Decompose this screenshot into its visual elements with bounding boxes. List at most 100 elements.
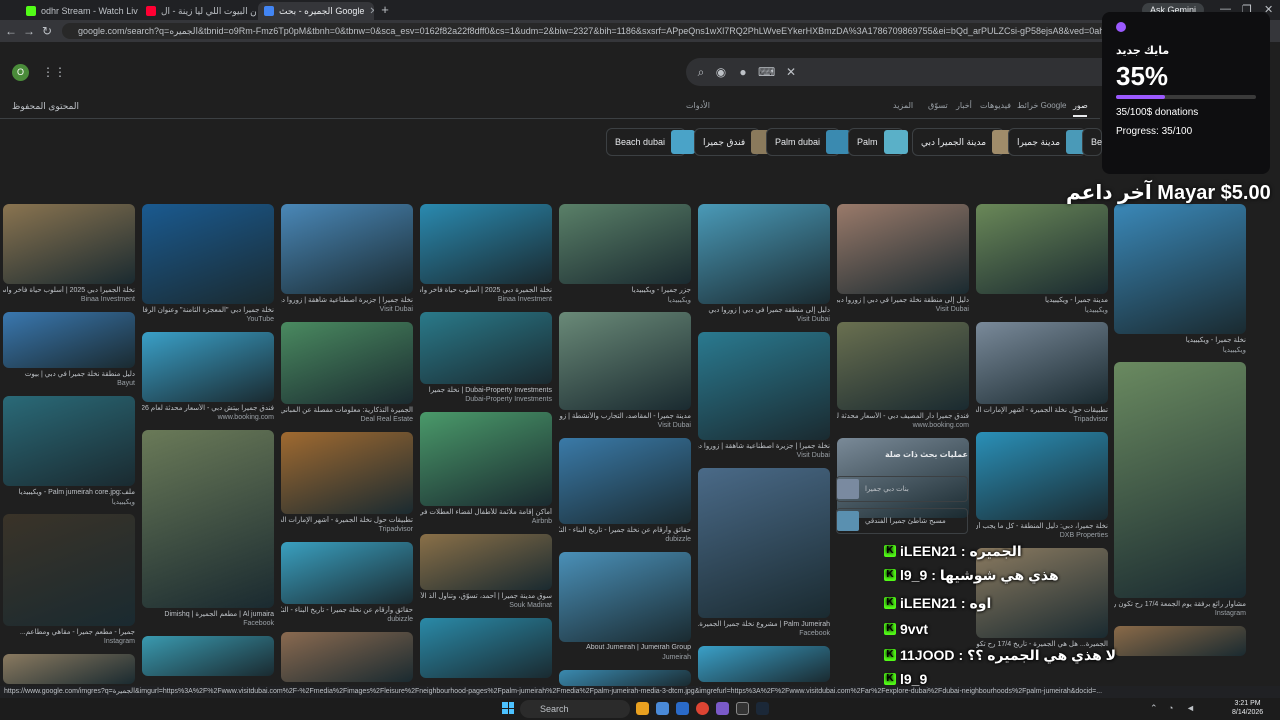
image-source[interactable]: Jumeirah	[559, 654, 691, 661]
tab-videos[interactable]: فيديوهات	[980, 101, 1011, 110]
image-caption[interactable]: سوق مدينة جميرا | أحمد، تسوّق، وتناول أل…	[420, 592, 552, 600]
image-source[interactable]: Tripadvisor	[281, 526, 413, 533]
tab-google-search[interactable]: الجميره - بحث Google ✕	[258, 2, 374, 20]
image-result[interactable]	[3, 204, 135, 284]
windows-start-icon[interactable]	[502, 702, 514, 714]
image-source[interactable]: www.booking.com	[837, 422, 969, 429]
image-caption[interactable]: جميرا - مطعم جميرا - مقاهي ومطاعم...	[3, 628, 135, 636]
tab-news[interactable]: أخبار	[956, 101, 972, 110]
tab-kick-stream[interactable]: odhr Stream - Watch Live on Ki ✕	[20, 2, 138, 20]
chevron-up-icon[interactable]: ⌃	[1150, 703, 1158, 714]
address-bar[interactable]: google.com/search?q=الجميره&tbnid=o9Rm-F…	[62, 23, 1202, 39]
image-result[interactable]	[3, 312, 135, 368]
volume-icon[interactable]: ◄	[1186, 703, 1195, 713]
image-caption[interactable]: مدينة جميرا - ويكيبيديا	[976, 296, 1108, 304]
image-result[interactable]	[281, 542, 413, 604]
image-caption[interactable]: جزر جميرا - ويكيبيديا	[559, 286, 691, 294]
new-tab-button[interactable]: +	[378, 2, 392, 18]
tab-shopping[interactable]: تسوّق	[928, 101, 948, 110]
image-source[interactable]: Instagram	[1114, 610, 1246, 617]
image-result[interactable]	[3, 396, 135, 486]
related-search-item[interactable]: مسبح شاطئ جميرا الفندقي	[836, 508, 968, 534]
image-result[interactable]	[420, 204, 552, 284]
suggestion-chip[interactable]: Beach	[1082, 128, 1147, 156]
image-result[interactable]	[420, 312, 552, 384]
image-result[interactable]	[559, 670, 691, 686]
image-source[interactable]: ويكيبيديا	[976, 306, 1108, 314]
image-caption[interactable]: حقائق وأرقام عن نخلة جميرا - تاريخ البنا…	[559, 526, 691, 534]
chrome-icon[interactable]	[696, 702, 709, 715]
image-source[interactable]: Visit Dubai	[698, 452, 830, 459]
suggestion-chip[interactable]: مدينة الجميرا دبي	[912, 128, 1017, 156]
image-result[interactable]	[559, 438, 691, 524]
image-result[interactable]	[1114, 626, 1246, 656]
image-source[interactable]: www.booking.com	[142, 414, 274, 421]
taskbar-search[interactable]: Search	[520, 700, 630, 718]
image-result[interactable]	[1114, 362, 1246, 598]
image-source[interactable]: ويكيبيديا	[3, 498, 135, 506]
suggestion-chip[interactable]: مدينة جميرا	[1008, 128, 1091, 156]
image-source[interactable]: ويكيبيديا	[1114, 346, 1246, 354]
image-source[interactable]: Binaa Investment	[3, 296, 135, 303]
image-source[interactable]: Visit Dubai	[837, 306, 969, 313]
image-result[interactable]	[142, 430, 274, 608]
image-result[interactable]	[837, 322, 969, 410]
image-source[interactable]: Tripadvisor	[976, 416, 1108, 423]
search-input[interactable]: ⌕ ◉ ● ⌨ ✕	[686, 58, 1116, 86]
tab-more[interactable]: المزيد	[893, 101, 913, 110]
image-source[interactable]: ويكيبيديا	[559, 296, 691, 304]
related-search-item[interactable]: بنات دبي جميرا	[836, 476, 968, 502]
image-caption[interactable]: نخلة جميرا دبي "المعجزة الثامنة" وعنوان …	[142, 306, 274, 314]
close-tab-icon[interactable]: ✕	[369, 6, 374, 17]
image-caption[interactable]: نخلة جميرا، دبي: دليل المنطقة - كل ما يج…	[976, 522, 1108, 530]
image-source[interactable]: dubizzle	[281, 616, 413, 623]
image-caption[interactable]: About Jumeirah | Jumeirah Group	[559, 644, 691, 651]
taskbar-clock[interactable]: 3:21 PM 8/14/2026	[1232, 699, 1263, 717]
image-result[interactable]	[559, 312, 691, 410]
suggestion-chip[interactable]: Palm	[848, 128, 908, 156]
image-result[interactable]	[698, 468, 830, 618]
image-result[interactable]	[142, 332, 274, 402]
image-caption[interactable]: ملف:Palm jumeirah core.jpg - ويكيبيديا	[3, 488, 135, 496]
image-result[interactable]	[976, 204, 1108, 294]
image-result[interactable]	[420, 534, 552, 590]
image-result[interactable]	[142, 636, 274, 676]
image-source[interactable]: Souk Madinat	[420, 602, 552, 609]
profile-avatar[interactable]: O	[12, 64, 29, 81]
image-source[interactable]: Airbnb	[420, 518, 552, 525]
image-source[interactable]: Bayut	[3, 380, 135, 387]
image-caption[interactable]: نخلة جميرا - ويكيبيديا	[1114, 336, 1246, 344]
saved-content-link[interactable]: المحتوى المحفوظ	[12, 101, 79, 112]
image-caption[interactable]: نخلة الجميرا دبي 2025 | أسلوب حياة فاخر …	[3, 286, 135, 294]
obs-icon[interactable]	[736, 702, 749, 715]
steam-icon[interactable]	[756, 702, 769, 715]
image-result[interactable]	[3, 514, 135, 626]
image-caption[interactable]: مشاوار رائع برفقة يوم الجمعة 17/4 رح تكو…	[1114, 600, 1246, 608]
image-result[interactable]	[420, 412, 552, 506]
image-caption[interactable]: دليل إلى منطقة نخلة جميرا في دبي | زوروا…	[837, 296, 969, 304]
image-result[interactable]	[976, 432, 1108, 520]
image-source[interactable]: Visit Dubai	[559, 422, 691, 429]
clear-icon[interactable]: ✕	[784, 65, 798, 79]
image-source[interactable]: Facebook	[698, 630, 830, 637]
back-arrow-icon[interactable]: ←	[4, 24, 18, 38]
keyboard-icon[interactable]: ⌨	[758, 65, 775, 79]
image-source[interactable]: Instagram	[3, 638, 135, 645]
image-caption[interactable]: حقائق وأرقام عن نخلة جميرا - تاريخ البنا…	[281, 606, 413, 614]
image-source[interactable]: Facebook	[142, 620, 274, 627]
image-caption[interactable]: فندق جميرا بيتش دبي - الأسعار محدثة لعام…	[142, 404, 274, 412]
image-caption[interactable]: فندق جميرا دار المصيف دبي - الأسعار محدث…	[837, 412, 969, 420]
image-source[interactable]: DXB Properties	[976, 532, 1108, 539]
image-result[interactable]	[281, 632, 413, 682]
image-result[interactable]	[559, 204, 691, 284]
image-result[interactable]	[976, 548, 1108, 638]
tab-youtube[interactable]: يا دار وين البيوت اللي ليا زينة - ال ✕	[140, 2, 256, 20]
image-caption[interactable]: Dubai-Property Investments | نخلة جميرا	[420, 386, 552, 394]
image-source[interactable]: Visit Dubai	[698, 316, 830, 323]
image-source[interactable]: dubizzle	[559, 536, 691, 543]
discord-icon[interactable]	[716, 702, 729, 715]
image-caption[interactable]: تطبيقات حول نخلة الجميرة - أشهر الإمارات…	[976, 406, 1108, 414]
reload-icon[interactable]: ↻	[40, 24, 54, 38]
file-explorer-icon[interactable]	[636, 702, 649, 715]
image-caption[interactable]: الجميرة التذكارية: معلومات مفصلة عن المب…	[281, 406, 413, 414]
